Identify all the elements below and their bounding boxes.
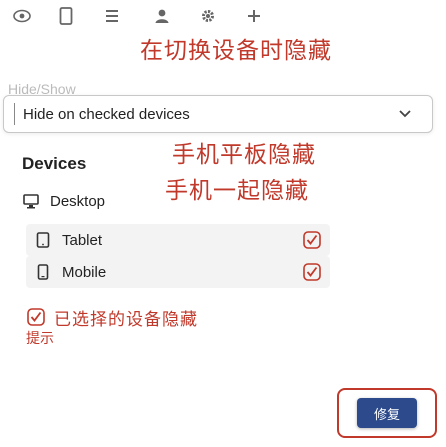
eye-icon[interactable] (10, 4, 34, 28)
annotation-banner: 在切换设备时隐藏 (140, 38, 332, 64)
annotation-checked-note: 已选择的设备隐藏 (26, 303, 286, 331)
devices-title: Devices (22, 154, 87, 173)
tablet-icon (34, 231, 52, 249)
check-icon[interactable] (302, 230, 322, 250)
hide-mode-select[interactable]: Hide on checked devices (3, 95, 433, 133)
device-label-desktop: Desktop (50, 192, 106, 210)
user-icon[interactable] (150, 4, 174, 28)
check-icon[interactable] (302, 262, 322, 282)
select-value: Hide on checked devices (23, 105, 190, 123)
mobile-icon (34, 263, 52, 281)
fix-button[interactable]: 修复 (357, 398, 417, 428)
annotation-line-1: 手机平板隐藏 (172, 142, 316, 168)
desktop-icon (22, 192, 40, 210)
chevron-down-icon[interactable] (394, 103, 416, 125)
annotation-checked-text: 已选择的设备隐藏 (54, 309, 198, 330)
device-row-mobile[interactable]: Mobile (26, 256, 330, 288)
fix-button-frame: 修复 (337, 388, 437, 438)
select-divider (14, 103, 15, 125)
device-row-tablet[interactable]: Tablet (26, 224, 330, 256)
check-icon (26, 307, 46, 327)
plus-icon[interactable] (242, 4, 266, 28)
device-label-tablet: Tablet (62, 231, 103, 249)
gear-icon[interactable] (196, 4, 220, 28)
toolbar (0, 0, 446, 34)
device-row-desktop[interactable]: Desktop (22, 187, 332, 215)
hide-show-label: Hide/Show (8, 81, 76, 97)
tablet-icon[interactable] (54, 4, 78, 28)
align-icon[interactable] (100, 4, 124, 28)
device-label-mobile: Mobile (62, 263, 107, 281)
annotation-small: 提示 (26, 331, 54, 347)
